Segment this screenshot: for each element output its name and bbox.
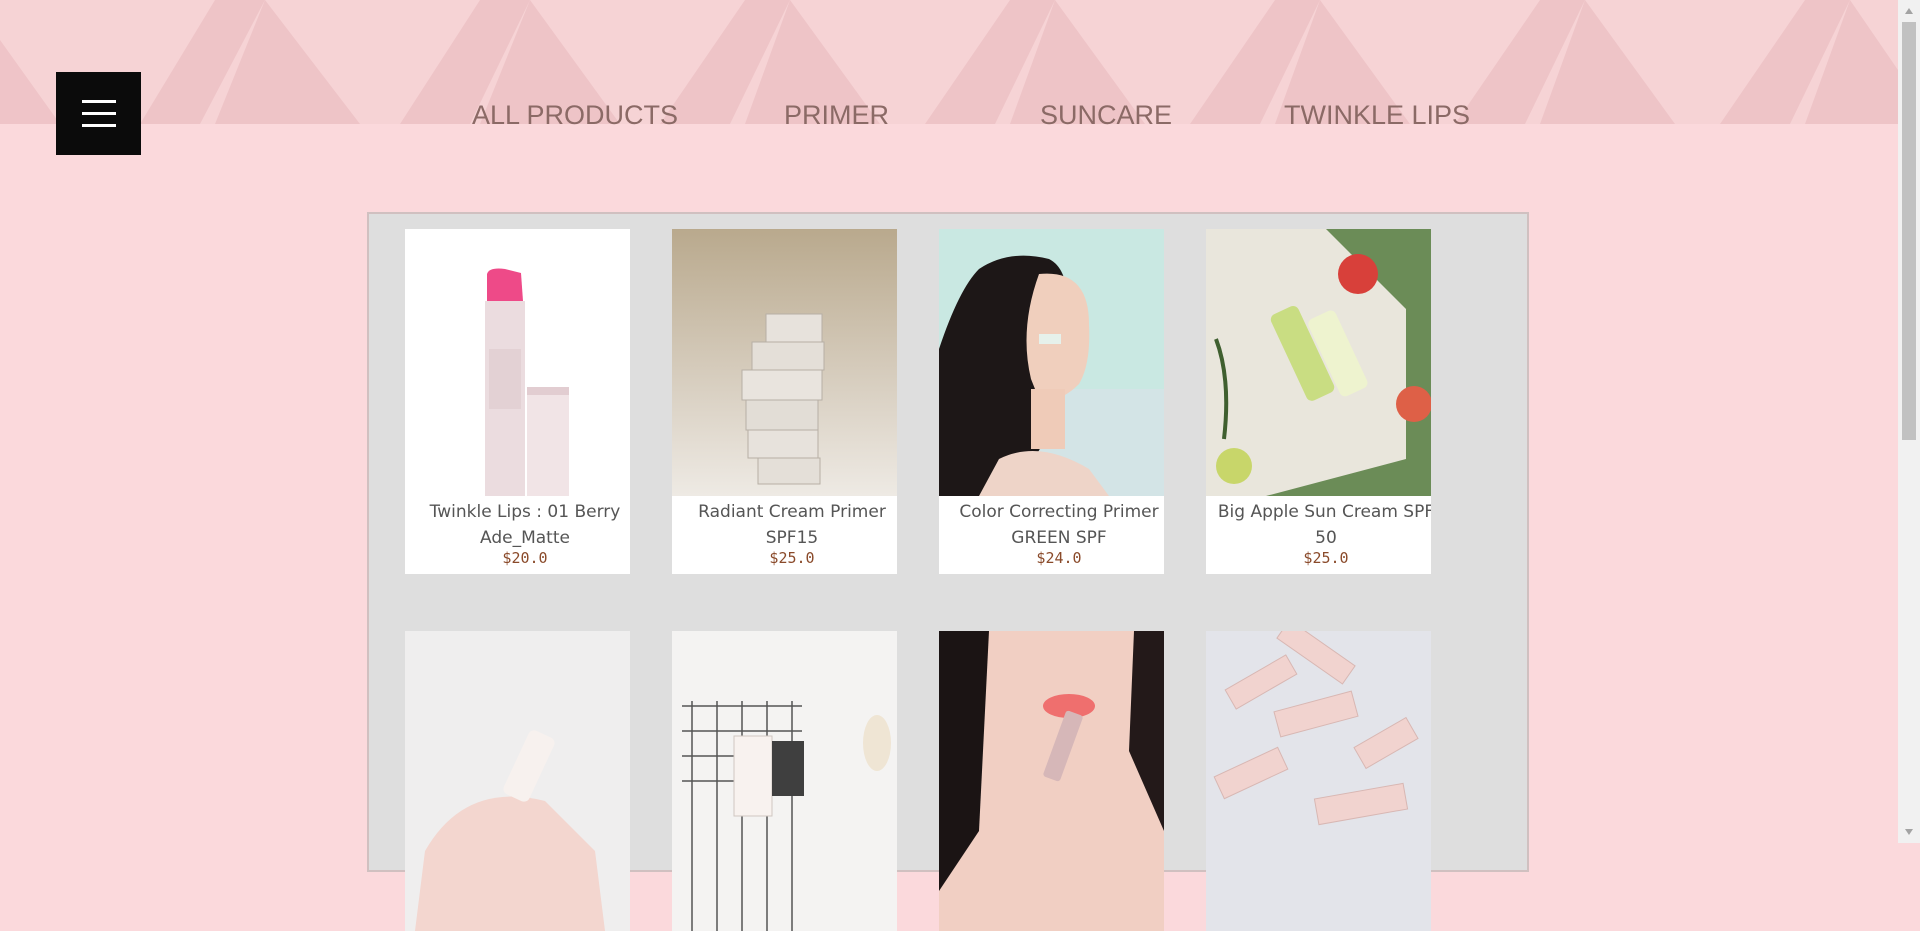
product-image[interactable] xyxy=(672,229,897,496)
nav-twinkle-lips[interactable]: TWINKLE LIPS xyxy=(1284,100,1470,131)
product-card[interactable] xyxy=(672,631,897,931)
product-image[interactable] xyxy=(939,229,1164,496)
menu-button[interactable] xyxy=(56,72,141,155)
product-image[interactable] xyxy=(672,631,897,931)
product-image[interactable] xyxy=(939,631,1164,931)
product-card[interactable] xyxy=(1206,631,1431,931)
product-image[interactable] xyxy=(405,229,630,496)
decorative-banner xyxy=(0,0,1898,124)
scrollbar-thumb[interactable] xyxy=(1902,22,1916,440)
product-price: $20.0 xyxy=(502,549,548,567)
product-price: $24.0 xyxy=(1036,549,1082,567)
nav-all-products[interactable]: ALL PRODUCTS xyxy=(472,100,678,131)
product-image[interactable] xyxy=(405,631,630,931)
nav-suncare[interactable]: SUNCARE xyxy=(1040,100,1172,131)
product-card[interactable]: Big Apple Sun Cream SPF 50 $25.0 xyxy=(1206,229,1431,574)
product-card[interactable] xyxy=(939,631,1164,931)
product-price: $25.0 xyxy=(1303,549,1349,567)
product-name[interactable]: Radiant Cream Primer SPF15 xyxy=(672,499,897,551)
product-price: $25.0 xyxy=(769,549,815,567)
product-card[interactable]: Color Correcting Primer GREEN SPF $24.0 xyxy=(939,229,1164,574)
product-name[interactable]: Big Apple Sun Cream SPF 50 xyxy=(1206,499,1431,551)
product-image[interactable] xyxy=(1206,229,1431,496)
triangle-pattern xyxy=(0,0,1898,124)
product-name[interactable]: Twinkle Lips : 01 Berry Ade_Matte xyxy=(405,499,630,551)
product-name[interactable]: Color Correcting Primer GREEN SPF xyxy=(939,499,1164,551)
vertical-scrollbar[interactable] xyxy=(1898,0,1920,843)
product-image[interactable] xyxy=(1206,631,1431,931)
scroll-down-arrow-icon[interactable] xyxy=(1898,821,1920,843)
nav-primer[interactable]: PRIMER xyxy=(784,100,889,131)
scroll-up-arrow-icon[interactable] xyxy=(1898,0,1920,22)
product-card[interactable] xyxy=(405,631,630,931)
product-card[interactable]: Twinkle Lips : 01 Berry Ade_Matte $20.0 xyxy=(405,229,630,574)
product-card[interactable]: Radiant Cream Primer SPF15 $25.0 xyxy=(672,229,897,574)
product-grid: Twinkle Lips : 01 Berry Ade_Matte $20.0 xyxy=(367,212,1529,931)
